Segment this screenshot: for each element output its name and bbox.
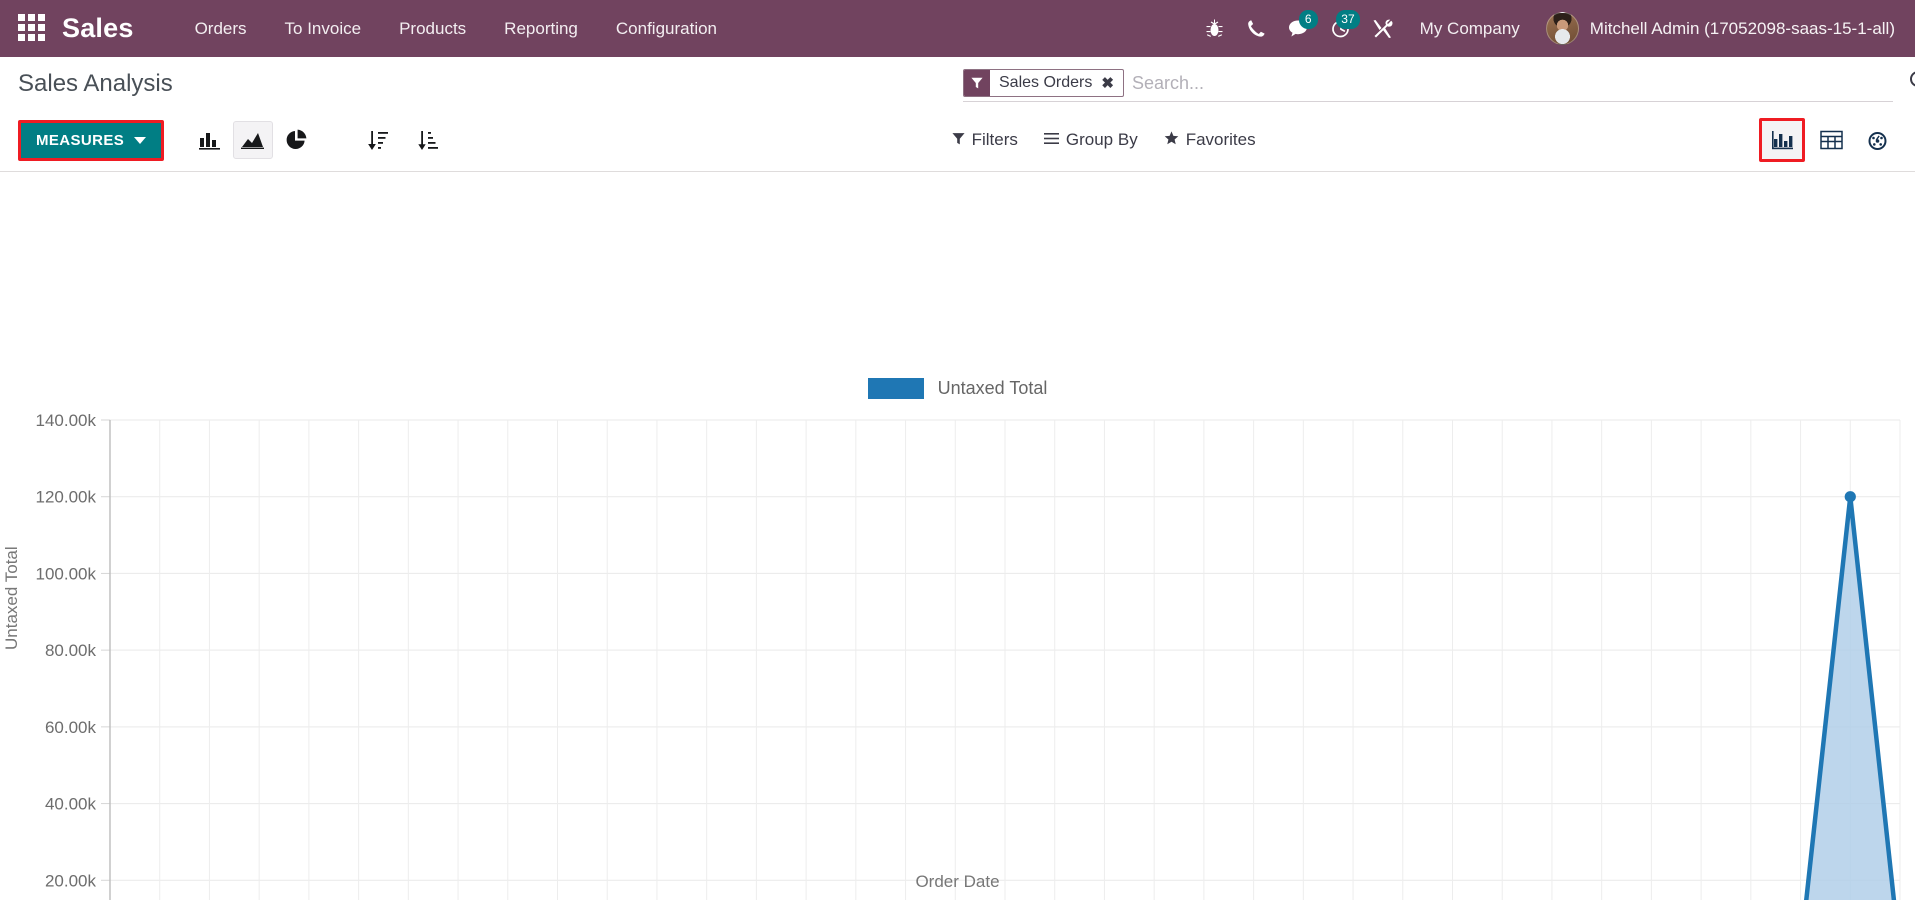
avatar	[1545, 12, 1579, 45]
control-panel-bottom-row: MEASURES Filters Group By Favorites	[0, 113, 1915, 171]
user-name-label: Mitchell Admin (17052098-saas-15-1-all)	[1589, 18, 1895, 38]
close-x-icon[interactable]: ✖	[1099, 70, 1123, 96]
x-axis-title: Order Date	[915, 872, 1000, 891]
group-by-menu[interactable]: Group By	[1043, 130, 1138, 150]
chevron-down-icon	[134, 136, 147, 144]
menu-orders[interactable]: Orders	[176, 11, 266, 47]
page-title: Sales Analysis	[18, 70, 173, 97]
chart-type-button-group	[190, 121, 316, 159]
app-brand-sales[interactable]: Sales	[62, 13, 134, 44]
filter-funnel-icon	[952, 130, 965, 150]
phone-icon[interactable]	[1236, 9, 1278, 49]
favorites-menu[interactable]: Favorites	[1164, 130, 1256, 150]
measures-highlight-box: MEASURES	[18, 119, 165, 161]
pivot-view-icon[interactable]	[1811, 121, 1851, 159]
messages-badge: 6	[1298, 9, 1318, 29]
svg-text:60.00k: 60.00k	[45, 718, 97, 737]
control-panel-top-row: Sales Analysis Sales Orders ✖	[0, 57, 1915, 113]
search-icon[interactable]	[1909, 70, 1915, 96]
user-menu[interactable]: Mitchell Admin (17052098-saas-15-1-all)	[1536, 8, 1901, 49]
search-dropdown-menus: Filters Group By Favorites	[952, 130, 1256, 150]
menu-products[interactable]: Products	[380, 11, 485, 47]
group-by-menu-label: Group By	[1065, 130, 1138, 149]
chart-plot-svg[interactable]: 0.0020.00k40.00k60.00k80.00k100.00k120.0…	[0, 172, 1915, 900]
activities-clock-icon[interactable]: 37	[1320, 9, 1362, 49]
filters-menu[interactable]: Filters	[952, 130, 1018, 150]
pie-chart-icon[interactable]	[276, 121, 316, 159]
cohort-view-icon[interactable]	[1857, 121, 1897, 159]
measures-button-label: MEASURES	[36, 131, 125, 149]
search-view: Sales Orders ✖	[963, 69, 1915, 102]
search-input[interactable]	[1127, 70, 1893, 96]
search-facet-label: Sales Orders	[999, 74, 1093, 91]
activities-badge: 37	[1336, 9, 1360, 29]
svg-text:120.00k: 120.00k	[36, 488, 97, 507]
menu-reporting[interactable]: Reporting	[485, 11, 597, 47]
company-switcher[interactable]: My Company	[1404, 13, 1536, 45]
view-switcher	[1759, 118, 1897, 162]
search-facet-sales-orders[interactable]: Sales Orders ✖	[963, 69, 1124, 97]
sort-button-group	[358, 121, 448, 159]
bug-icon[interactable]	[1194, 9, 1236, 49]
graph-view-highlight-box	[1759, 118, 1806, 162]
svg-text:80.00k: 80.00k	[45, 641, 97, 660]
svg-text:100.00k: 100.00k	[36, 564, 97, 583]
menu-to-invoice[interactable]: To Invoice	[266, 11, 381, 47]
menu-configuration[interactable]: Configuration	[597, 11, 736, 47]
sort-descending-icon[interactable]	[358, 121, 398, 159]
control-panel: Sales Analysis Sales Orders ✖ Search... …	[0, 57, 1915, 172]
apps-grid-icon[interactable]	[18, 13, 48, 44]
measures-button[interactable]: MEASURES	[21, 122, 162, 158]
svg-text:40.00k: 40.00k	[45, 795, 97, 814]
y-axis-title: Untaxed Total	[2, 546, 21, 650]
line-chart-icon[interactable]	[233, 121, 274, 159]
graph-view-icon[interactable]	[1762, 121, 1803, 159]
graph-view-chart: Untaxed Total 0.0020.00k40.00k60.00k80.0…	[0, 172, 1915, 900]
svg-text:140.00k: 140.00k	[36, 411, 97, 430]
tools-icon[interactable]	[1362, 9, 1404, 49]
top-navbar: Sales Orders To Invoice Products Reporti…	[0, 0, 1915, 57]
bar-chart-icon[interactable]	[190, 121, 230, 159]
messages-icon[interactable]: 6	[1278, 9, 1320, 49]
filters-menu-label: Filters	[971, 130, 1018, 149]
filter-funnel-icon	[964, 70, 990, 96]
star-icon	[1164, 130, 1179, 150]
hamburger-lines-icon	[1043, 130, 1059, 150]
favorites-menu-label: Favorites	[1185, 130, 1256, 149]
sort-ascending-icon[interactable]	[408, 121, 448, 159]
